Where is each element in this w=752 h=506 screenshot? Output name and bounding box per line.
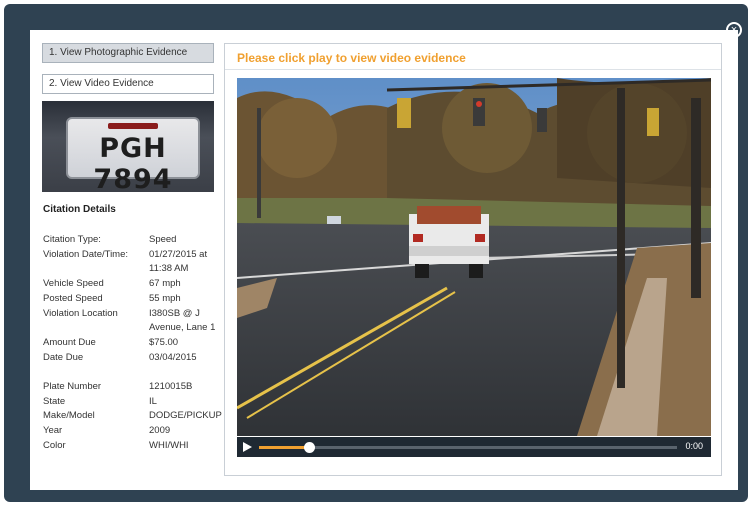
citation-details-title: Citation Details (43, 204, 116, 215)
citation-value: DODGE/PICKUP (149, 410, 222, 422)
video-header: Please click play to view video evidence (225, 44, 721, 70)
citation-value: IL (149, 395, 157, 407)
seek-bar-progress (259, 446, 310, 449)
citation-value: 67 mph (149, 278, 181, 290)
plate-banner (108, 123, 158, 129)
view-photographic-evidence-button[interactable]: 1. View Photographic Evidence (42, 43, 214, 63)
close-icon[interactable]: × (726, 22, 742, 38)
citation-label: Amount Due (43, 336, 96, 348)
citation-label: Make/Model (43, 410, 95, 422)
citation-value: 2009 (149, 425, 171, 437)
citation-label: Violation Location (43, 307, 118, 319)
citation-label: Color (43, 439, 66, 451)
seek-bar[interactable] (259, 442, 677, 453)
citation-value: 1210015B (149, 381, 193, 392)
license-plate-photo[interactable]: PGH 7894 (42, 101, 214, 192)
video-frame[interactable] (237, 78, 711, 436)
play-icon[interactable] (243, 442, 252, 452)
citation-value: 01/27/2015 at (149, 248, 208, 260)
citation-value: WHI/WHI (149, 439, 189, 451)
citation-label: Posted Speed (43, 292, 103, 304)
street-scene-image (237, 78, 711, 436)
citation-label: State (43, 395, 66, 407)
citation-label: Citation Type: (43, 234, 101, 245)
citation-label: Vehicle Speed (43, 278, 104, 290)
license-plate: PGH 7894 (66, 117, 200, 192)
video-controls: 0:00 (237, 437, 711, 457)
citation-value: I380SB @ J (149, 307, 200, 319)
citation-label: Violation Date/Time: (43, 248, 129, 260)
citation-label: Year (43, 425, 63, 437)
citation-value: 55 mph (149, 292, 181, 304)
citation-value: $75.00 (149, 336, 179, 348)
citation-value: Speed (149, 234, 177, 245)
citation-value: 03/04/2015 (149, 351, 197, 363)
citation-value: Avenue, Lane 1 (149, 322, 216, 334)
view-video-evidence-button[interactable]: 2. View Video Evidence (42, 74, 214, 94)
seek-handle[interactable] (304, 442, 316, 453)
citation-value: 11:38 AM (149, 263, 189, 275)
citation-label: Plate Number (43, 381, 102, 392)
time-display: 0:00 (685, 441, 703, 451)
plate-text: PGH 7894 (93, 133, 173, 192)
video-panel: Please click play to view video evidence (224, 43, 722, 476)
video-title: Please click play to view video evidence (237, 51, 466, 65)
citation-label: Date Due (43, 351, 84, 363)
